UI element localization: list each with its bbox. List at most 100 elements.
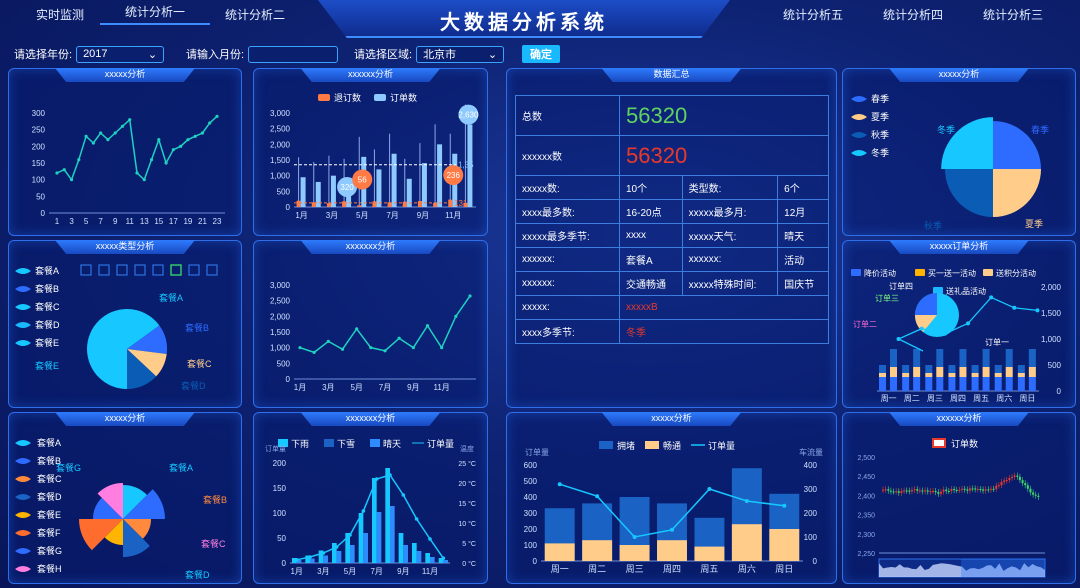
- x-tick: 5: [84, 217, 89, 226]
- data-point: [414, 517, 419, 521]
- data-point: [401, 493, 406, 497]
- count-label: xxxxxx数: [515, 135, 620, 176]
- candle-body: [984, 489, 987, 491]
- legend-label: 畅通: [663, 440, 681, 451]
- data-point: [340, 347, 345, 351]
- legend-icon: [15, 286, 31, 292]
- table-cell: 活动: [777, 247, 829, 272]
- nav-tab-stats-5[interactable]: 统计分析五: [768, 6, 858, 23]
- data-point: [348, 533, 352, 537]
- legend-swatch: [983, 269, 993, 276]
- table-cell: xxxxx特殊时间:: [681, 271, 779, 296]
- candle-body: [937, 492, 940, 494]
- x-tick: 1月: [290, 567, 302, 576]
- bar-smooth: [694, 546, 725, 561]
- panel-title: xxxxx类型分析: [55, 240, 195, 254]
- x-tick: 7月: [379, 383, 391, 392]
- candle-body: [903, 490, 906, 492]
- legend-swatch: [374, 94, 386, 101]
- legend-swatch: [851, 269, 861, 276]
- table-cell: 晴天: [777, 223, 829, 248]
- nav-tab-stats-2[interactable]: 统计分析二: [210, 6, 300, 23]
- slice-label: 套餐D: [181, 380, 206, 391]
- bar-smooth: [731, 524, 762, 561]
- data-point: [361, 509, 366, 513]
- bar-refunds: [342, 201, 347, 207]
- confirm-button[interactable]: 确定: [522, 45, 560, 63]
- axis-label: 订单量: [525, 447, 549, 457]
- legend-icon: [851, 150, 867, 156]
- candle-body: [974, 488, 977, 490]
- legend-label: 买一送一活动: [928, 268, 976, 278]
- panel-title: xxxxx分析: [601, 412, 742, 426]
- pie-slice: [945, 169, 993, 217]
- pie-slice: [915, 293, 937, 315]
- y2-tick: 0 °C: [462, 560, 476, 568]
- nav-tab-stats-3[interactable]: 统计分析三: [968, 6, 1058, 23]
- candle-body: [897, 491, 900, 493]
- candle-body: [997, 485, 1000, 487]
- data-point: [989, 295, 994, 300]
- data-point: [1035, 308, 1040, 313]
- data-point: [428, 537, 432, 541]
- candle-body: [908, 490, 911, 492]
- y-tick: 600: [524, 461, 538, 470]
- y2-tick: 100: [804, 533, 818, 542]
- candle-body: [913, 489, 916, 491]
- bar-segment: [879, 365, 886, 373]
- data-point: [106, 138, 110, 142]
- candle-body: [1021, 480, 1024, 484]
- table-cell: xxxxxx:: [515, 247, 620, 272]
- legend-label: 套餐C: [37, 473, 62, 484]
- data-point: [308, 555, 312, 559]
- month-label: 请输入月份:: [186, 49, 245, 61]
- nav-tab-stats-4[interactable]: 统计分析四: [858, 6, 968, 23]
- y-tick: 500: [277, 187, 291, 196]
- legend-label: 夏季: [871, 111, 889, 122]
- year-select[interactable]: 2017 ⌄: [76, 45, 165, 63]
- x-tick: 15: [154, 217, 163, 226]
- candle-body: [1005, 480, 1008, 482]
- legend-label: 套餐D: [37, 491, 62, 502]
- y2-tick: 0: [813, 557, 818, 566]
- count-value: 56320: [619, 135, 829, 176]
- nav-tab-stats-1[interactable]: 统计分析一: [100, 3, 210, 25]
- bar-sunny: [350, 545, 355, 563]
- bar-orders: [330, 175, 336, 207]
- data-point: [312, 350, 316, 354]
- panel-order-analysis: xxxxx订单分析 降价活动 买一送一活动 送积分活动 送礼品活动 0 500 1,000 1…: [842, 240, 1076, 408]
- y-tick: 200: [524, 525, 538, 534]
- month-input[interactable]: [248, 45, 339, 63]
- candle-body: [1026, 485, 1029, 489]
- data-point: [215, 114, 219, 118]
- candle-body: [950, 488, 953, 492]
- x-tick: 23: [213, 217, 222, 226]
- bar-segment: [936, 349, 944, 367]
- table-cell: xxxxxx:: [681, 247, 779, 272]
- bar-sunny: [390, 506, 395, 563]
- candle-body: [945, 489, 948, 492]
- bar-segment: [959, 349, 967, 367]
- table-cell: 16-20点: [619, 199, 683, 224]
- y-tick: 500: [277, 359, 291, 368]
- y-tick: 150: [32, 159, 46, 168]
- nav-tab-realtime[interactable]: 实时监测: [20, 6, 100, 23]
- candle-body: [979, 488, 982, 490]
- data-point: [84, 134, 88, 138]
- bar-sunny: [403, 545, 408, 563]
- region-select[interactable]: 北京市 ⌄: [416, 45, 505, 63]
- x-tick: 1月: [295, 211, 307, 220]
- panel-title: xxxxxx分析: [889, 412, 1029, 426]
- x-tick: 13: [140, 217, 149, 226]
- save-icon: [206, 264, 218, 276]
- table-cell: xxxxx最多季节:: [515, 223, 620, 248]
- data-point: [208, 121, 212, 125]
- bar-segment: [982, 377, 990, 391]
- legend-icon: [15, 494, 31, 500]
- legend-label: 套餐E: [35, 337, 59, 348]
- slice-label: 冬季: [937, 124, 955, 135]
- data-point: [142, 178, 146, 182]
- bar-segment: [902, 377, 910, 391]
- panel-title: xxxxx订单分析: [889, 240, 1029, 254]
- table-cell: 套餐A: [619, 247, 683, 272]
